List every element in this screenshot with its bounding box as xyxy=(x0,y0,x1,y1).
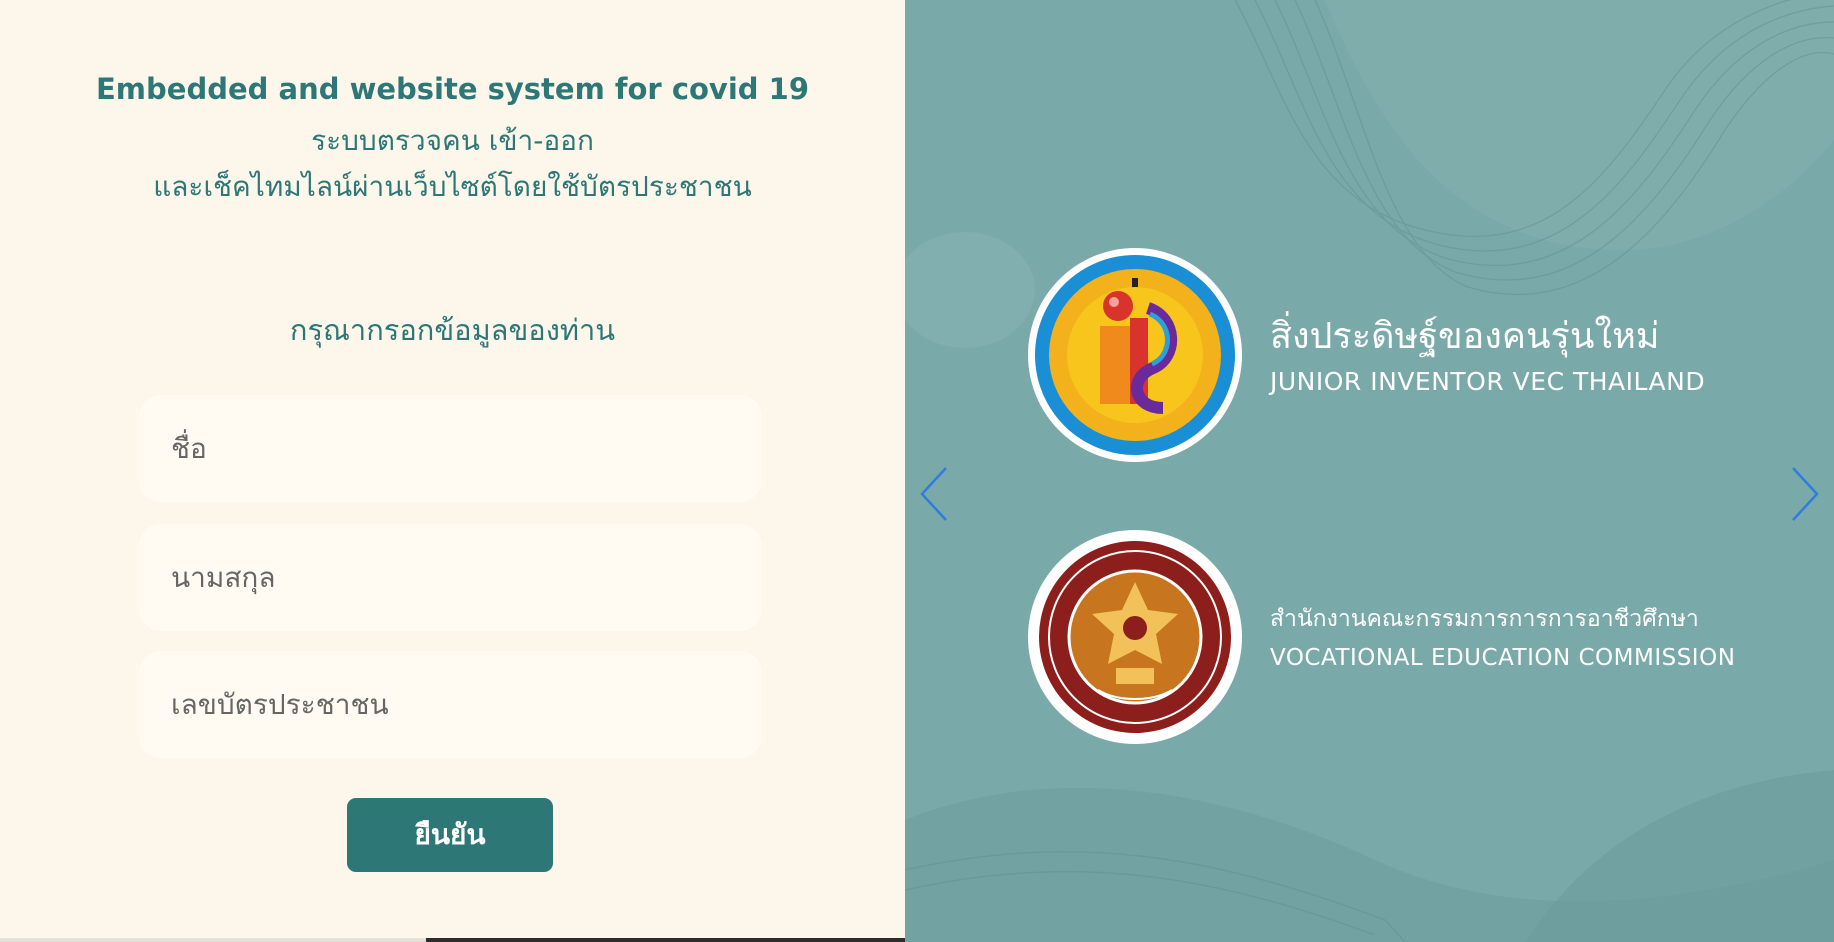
submit-button[interactable]: ยืนยัน xyxy=(347,798,553,872)
carousel: สิ่งประดิษฐ์ของคนรุ่นใหม่ JUNIOR INVENTO… xyxy=(905,0,1834,942)
app-subtitle-line1: ระบบตรวจคน เข้า-ออก xyxy=(311,124,594,157)
background-waves xyxy=(905,0,1834,942)
slide1-title-th: สิ่งประดิษฐ์ของคนรุ่นใหม่ xyxy=(1270,316,1660,357)
login-panel: Embedded and website system for covid 19… xyxy=(0,0,905,942)
junior-inventor-logo xyxy=(1028,248,1242,462)
chevron-right-icon xyxy=(1792,467,1819,521)
app-subtitle-line2: และเช็คไทมไลน์ผ่านเว็บไซต์โดยใช้บัตรประช… xyxy=(153,170,752,203)
vocational-commission-seal xyxy=(1028,530,1242,744)
first-name-input[interactable] xyxy=(139,395,762,502)
carousel-prev-button[interactable] xyxy=(916,462,956,526)
slide2-title-th: สำนักงานคณะกรรมการการการอาชีวศึกษา xyxy=(1270,606,1699,632)
slide2-title-en: VOCATIONAL EDUCATION COMMISSION xyxy=(1270,645,1736,671)
last-name-input[interactable] xyxy=(139,524,762,631)
slide1-title-en: JUNIOR INVENTOR VEC THAILAND xyxy=(1270,367,1706,396)
chevron-left-icon xyxy=(920,467,947,521)
id-card-input[interactable] xyxy=(139,651,762,758)
carousel-next-button[interactable] xyxy=(1785,462,1825,526)
bottom-shadow xyxy=(426,938,905,942)
app-title: Embedded and website system for covid 19 xyxy=(96,72,809,106)
form-prompt: กรุณากรอกข้อมูลของท่าน xyxy=(289,313,616,347)
